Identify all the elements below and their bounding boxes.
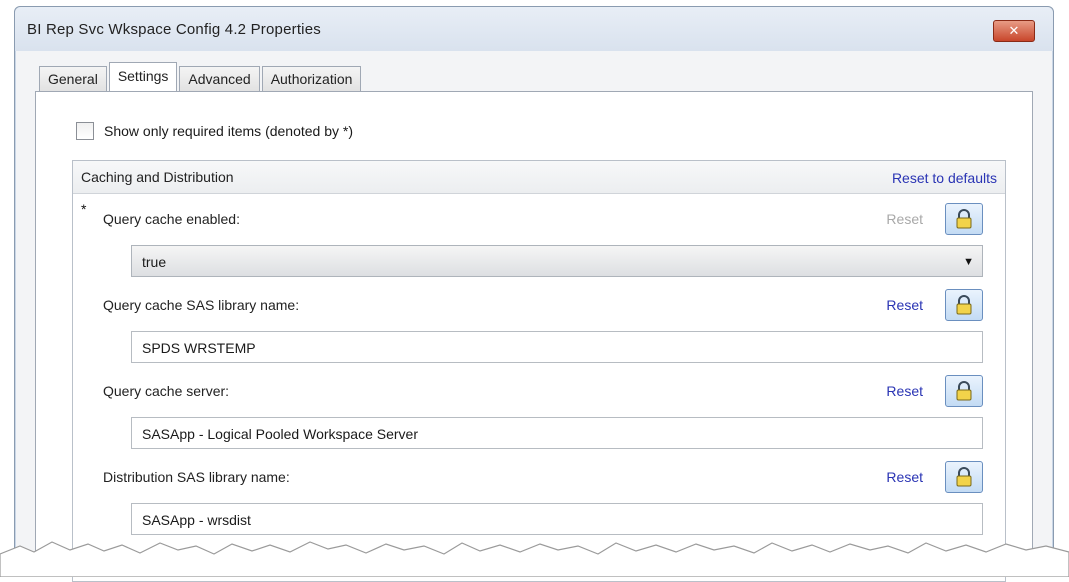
query-cache-enabled-label: Query cache enabled:: [103, 211, 240, 227]
required-only-label: Show only required items (denoted by *): [104, 123, 354, 139]
close-icon: ✕: [1008, 23, 1020, 38]
distribution-library-input[interactable]: SASApp - wrsdist: [131, 503, 983, 535]
query-cache-library-label: Query cache SAS library name:: [103, 297, 300, 313]
chevron-down-icon: ▼: [963, 256, 974, 268]
group-header: Caching and Distribution Reset to defaul…: [73, 161, 1005, 194]
lock-icon: [956, 209, 972, 229]
query-cache-enabled-value: true: [142, 254, 167, 270]
lock-icon: [956, 467, 972, 487]
tab-advanced[interactable]: Advanced: [179, 66, 260, 91]
torn-edge-decoration: [0, 541, 1069, 577]
query-cache-server-lock-button[interactable]: [945, 375, 983, 407]
query-cache-server-input[interactable]: SASApp - Logical Pooled Workspace Server: [131, 417, 983, 449]
distribution-library-label: Distribution SAS library name:: [103, 469, 290, 485]
caching-distribution-group: Caching and Distribution Reset to defaul…: [72, 160, 1006, 582]
group-title: Caching and Distribution: [81, 169, 234, 185]
settings-panel: Show only required items (denoted by *) …: [35, 91, 1033, 582]
query-cache-library-input[interactable]: SPDS WRSTEMP: [131, 331, 983, 363]
required-only-checkbox[interactable]: [76, 122, 94, 140]
close-button[interactable]: ✕: [993, 20, 1035, 42]
query-cache-enabled-lock-button[interactable]: [945, 203, 983, 235]
properties-dialog: BI Rep Svc Wkspace Config 4.2 Properties…: [14, 6, 1054, 582]
tab-bar: General Settings Advanced Authorization: [39, 62, 363, 91]
title-bar[interactable]: BI Rep Svc Wkspace Config 4.2 Properties…: [15, 7, 1053, 51]
query-cache-server-label: Query cache server:: [103, 383, 230, 399]
required-only-option: Show only required items (denoted by *): [76, 122, 353, 140]
tab-general[interactable]: General: [39, 66, 107, 91]
query-cache-enabled-select[interactable]: true ▼: [131, 245, 983, 277]
query-cache-server-reset[interactable]: Reset: [886, 383, 923, 399]
tab-settings[interactable]: Settings: [108, 62, 178, 91]
distribution-library-reset[interactable]: Reset: [886, 469, 923, 485]
reset-to-defaults-link[interactable]: Reset to defaults: [892, 170, 997, 186]
window-title: BI Rep Svc Wkspace Config 4.2 Properties: [27, 21, 321, 38]
lock-icon: [956, 381, 972, 401]
query-cache-library-lock-button[interactable]: [945, 289, 983, 321]
distribution-library-lock-button[interactable]: [945, 461, 983, 493]
query-cache-enabled-reset[interactable]: Reset: [886, 211, 923, 227]
tab-authorization[interactable]: Authorization: [261, 66, 362, 91]
required-marker: *: [81, 201, 87, 217]
lock-icon: [956, 295, 972, 315]
query-cache-library-reset[interactable]: Reset: [886, 297, 923, 313]
